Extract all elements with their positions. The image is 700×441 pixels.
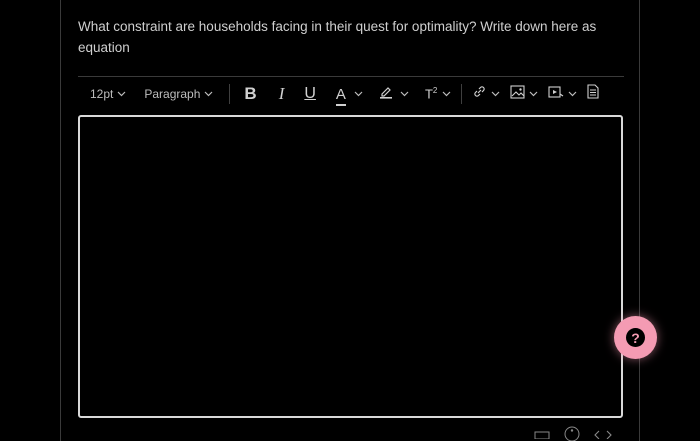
help-icon: ? [626,328,645,347]
rich-text-toolbar: 12pt Paragraph B I U A T2 [78,80,626,108]
media-button[interactable] [548,85,577,104]
bold-button[interactable]: B [244,84,256,104]
answer-editor[interactable] [78,115,623,418]
block-format-dropdown[interactable]: Paragraph [144,87,213,101]
chevron-down-icon [400,91,409,97]
chevron-down-icon [442,91,451,97]
toolbar-divider [78,76,624,77]
link-button[interactable] [472,84,500,104]
document-icon [587,84,599,104]
toolbar-separator [461,84,463,104]
italic-button[interactable]: I [279,84,285,104]
chevron-down-icon [354,91,363,97]
highlight-color-button[interactable] [379,85,409,104]
question-text: What constraint are households facing in… [78,19,597,55]
html-editor-icon[interactable] [594,429,612,441]
chevron-down-icon [529,91,538,97]
font-size-dropdown[interactable]: 12pt [90,87,126,101]
help-button[interactable]: ? [614,316,657,359]
accessibility-icon[interactable] [564,426,580,441]
font-size-value: 12pt [90,87,114,101]
media-icon [548,85,564,104]
document-button[interactable] [587,84,599,104]
text-color-button[interactable]: A [335,85,363,106]
chevron-down-icon [491,91,500,97]
chevron-down-icon [568,91,577,97]
question-panel: What constraint are households facing in… [60,0,640,441]
superscript-label: T2 [424,86,438,102]
underline-button[interactable]: U [304,85,316,103]
keyboard-icon[interactable] [534,429,550,441]
toolbar-separator [229,84,231,104]
link-icon [472,84,487,104]
highlight-pen-icon [379,85,393,104]
chevron-down-icon [204,91,213,97]
image-button[interactable] [510,84,538,104]
chevron-down-icon [117,91,126,97]
editor-status-bar [78,426,624,441]
superscript-button[interactable]: T2 [424,86,451,102]
image-icon [510,84,525,104]
block-format-value: Paragraph [144,87,201,101]
text-color-label: A [335,85,346,106]
